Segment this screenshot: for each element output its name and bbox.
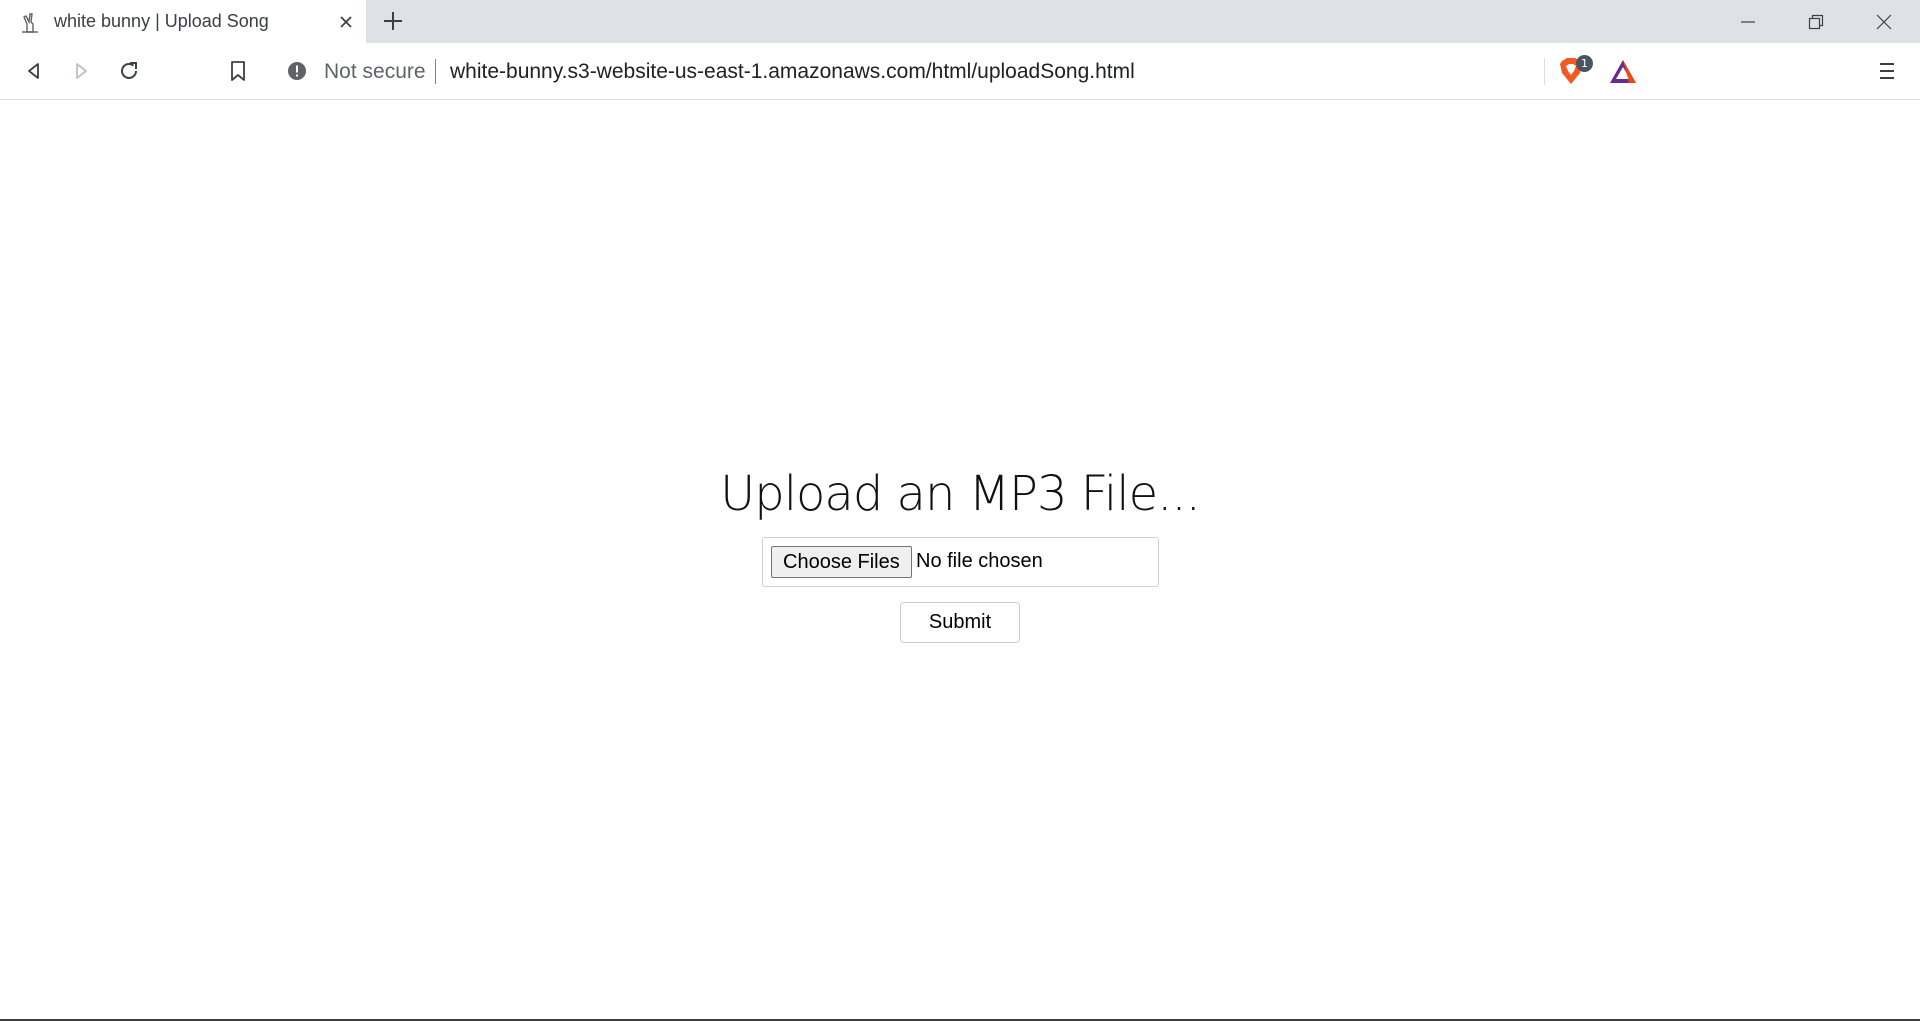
minimize-button[interactable] xyxy=(1714,0,1782,43)
reload-icon xyxy=(121,62,137,79)
close-window-button[interactable] xyxy=(1850,0,1918,43)
hamburger-menu-icon xyxy=(1880,63,1894,79)
bookmark-icon xyxy=(231,61,245,81)
bunny-favicon-icon xyxy=(22,13,38,33)
forward-button[interactable] xyxy=(65,55,97,87)
omnibox-divider xyxy=(1544,58,1545,85)
restore-button[interactable] xyxy=(1782,0,1850,43)
file-status-text: No file chosen xyxy=(916,550,1043,572)
address-bar[interactable]: Not secure white-bunny.s3-website-us-eas… xyxy=(272,51,1648,92)
url-text[interactable]: white-bunny.s3-website-us-east-1.amazona… xyxy=(450,60,1135,84)
page-content: Upload an MP3 File... Choose Files No fi… xyxy=(0,100,1920,1019)
back-arrow-icon xyxy=(28,63,39,79)
shield-badge-count: 1 xyxy=(1576,55,1593,72)
forward-arrow-icon xyxy=(76,63,87,79)
submit-button[interactable]: Submit xyxy=(900,602,1020,643)
minimize-icon xyxy=(1741,20,1755,23)
tab-title: white bunny | Upload Song xyxy=(54,11,269,31)
menu-button[interactable] xyxy=(1871,55,1903,87)
close-window-icon xyxy=(1876,14,1892,29)
file-input-container[interactable]: Choose Files No file chosen xyxy=(762,537,1159,587)
restore-icon xyxy=(1808,14,1824,29)
info-icon[interactable] xyxy=(287,61,307,81)
security-label[interactable]: Not secure xyxy=(324,60,426,84)
reload-button[interactable] xyxy=(113,55,145,87)
plus-icon[interactable] xyxy=(381,9,405,33)
browser-tab[interactable]: white bunny | Upload Song xyxy=(0,0,366,43)
bat-rewards-icon[interactable] xyxy=(1609,59,1637,85)
close-icon[interactable] xyxy=(336,12,356,32)
back-button[interactable] xyxy=(18,55,50,87)
bookmark-button[interactable] xyxy=(222,55,254,87)
tab-strip: white bunny | Upload Song xyxy=(0,0,1920,43)
browser-toolbar: Not secure white-bunny.s3-website-us-eas… xyxy=(0,43,1920,100)
omnibox-separator xyxy=(435,59,436,84)
page-title: Upload an MP3 File... xyxy=(720,466,1201,522)
choose-files-button[interactable]: Choose Files xyxy=(771,546,912,578)
